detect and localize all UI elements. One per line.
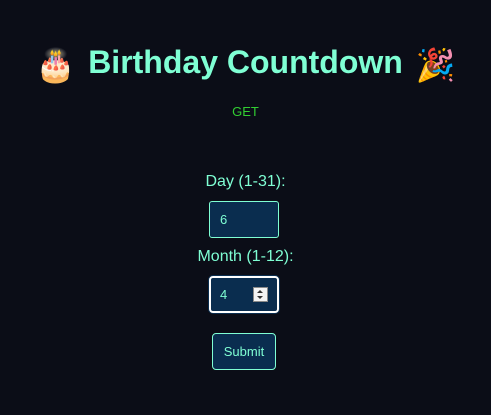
month-input[interactable]: 4 — [209, 276, 279, 313]
spinner-up-icon[interactable] — [257, 290, 263, 293]
month-spinner[interactable] — [253, 287, 268, 302]
submit-button[interactable]: Submit — [212, 333, 276, 370]
request-method-text: GET — [232, 104, 259, 119]
day-label: Day (1-31): — [205, 173, 286, 190]
page-title: 🎂 Birthday Countdown 🎉 — [0, 40, 491, 87]
page-title-text: Birthday Countdown — [88, 44, 403, 80]
spinner-down-icon[interactable] — [257, 296, 263, 299]
month-label: Month (1-12): — [197, 248, 294, 265]
party-popper-icon: 🎉 — [415, 46, 456, 83]
month-input-value: 4 — [220, 287, 228, 302]
cake-icon: 🎂 — [35, 46, 76, 83]
day-input[interactable]: 6 — [209, 201, 279, 238]
birthday-countdown-page: 🎂 Birthday Countdown 🎉 GET Day (1-31): 6… — [0, 0, 491, 415]
day-input-value: 6 — [220, 212, 228, 227]
